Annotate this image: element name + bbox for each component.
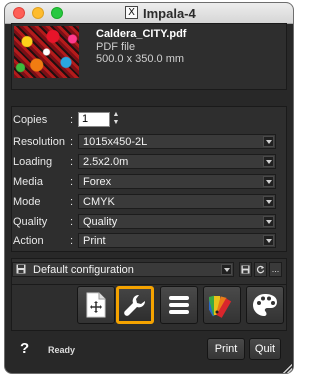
reload-config-button[interactable]: [254, 262, 267, 277]
media-select[interactable]: Forex: [78, 174, 276, 189]
chevron-down-icon[interactable]: [263, 235, 274, 246]
file-dimensions: 500.0 x 350.0 mm: [96, 53, 185, 65]
add-page-icon: [86, 292, 106, 318]
loading-label: Loading: [13, 156, 53, 168]
loading-colon: :: [70, 156, 74, 168]
status-text: Ready: [48, 345, 76, 355]
file-thumbnail: [14, 26, 79, 78]
quit-button[interactable]: Quit: [249, 338, 281, 360]
close-button[interactable]: [13, 7, 25, 19]
mode-label: Mode: [13, 196, 41, 208]
chevron-down-icon[interactable]: [221, 264, 232, 275]
x11-icon: X: [125, 6, 138, 19]
quality-colon: :: [70, 216, 74, 228]
resolution-colon: :: [70, 136, 74, 148]
chevron-down-icon[interactable]: [263, 196, 274, 207]
print-button[interactable]: Print: [207, 338, 245, 360]
quality-value: Quality: [83, 216, 118, 228]
file-type: PDF file: [96, 41, 136, 53]
color-swatch-tool-button[interactable]: [203, 286, 241, 324]
title-bar[interactable]: X Impala-4: [5, 3, 293, 24]
add-page-button[interactable]: [77, 286, 115, 324]
stepper-up-icon[interactable]: ▲: [112, 111, 120, 119]
chevron-down-icon[interactable]: [263, 156, 274, 167]
resize-grip-icon[interactable]: [282, 363, 292, 373]
list-icon: [169, 296, 189, 314]
settings-tool-button[interactable]: [116, 286, 154, 324]
chevron-down-icon[interactable]: [263, 176, 274, 187]
action-select[interactable]: Print: [78, 233, 276, 248]
more-config-button[interactable]: ...: [269, 262, 282, 277]
resolution-label: Resolution: [13, 136, 65, 148]
chevron-down-icon[interactable]: [263, 136, 274, 147]
copies-stepper[interactable]: ▲ ▼: [112, 111, 120, 128]
save-config-button[interactable]: [239, 262, 252, 277]
media-label: Media: [13, 176, 43, 188]
window-title: Impala-4: [143, 6, 196, 21]
quality-select[interactable]: Quality: [78, 214, 276, 229]
minimize-button[interactable]: [32, 7, 44, 19]
configuration-value: Default configuration: [33, 264, 134, 276]
help-button[interactable]: ?: [20, 340, 29, 357]
resolution-select[interactable]: 1015x450-2L: [78, 134, 276, 149]
action-label: Action: [13, 235, 44, 247]
loading-select[interactable]: 2.5x2.0m: [78, 154, 276, 169]
palette-icon: [253, 294, 277, 316]
mode-value: CMYK: [83, 196, 115, 208]
configuration-select[interactable]: Default configuration: [12, 262, 234, 277]
save-icon: [241, 265, 250, 274]
mode-select[interactable]: CMYK: [78, 194, 276, 209]
palette-tool-button[interactable]: [246, 286, 284, 324]
zoom-button[interactable]: [51, 7, 63, 19]
file-name: Caldera_CITY.pdf: [96, 28, 187, 40]
copies-colon: :: [70, 114, 74, 126]
action-value: Print: [83, 235, 106, 247]
color-swatch-icon: [209, 295, 232, 318]
media-colon: :: [70, 176, 74, 188]
refresh-icon: [256, 265, 265, 274]
copies-input[interactable]: 1: [78, 112, 110, 127]
list-tool-button[interactable]: [160, 286, 198, 324]
quality-label: Quality: [13, 216, 48, 228]
chevron-down-icon[interactable]: [263, 216, 274, 227]
resolution-value: 1015x450-2L: [83, 136, 148, 148]
loading-value: 2.5x2.0m: [83, 156, 129, 168]
wrench-icon: [124, 294, 146, 316]
action-colon: :: [70, 235, 74, 247]
copies-label: Copies: [13, 114, 48, 126]
mode-colon: :: [70, 196, 74, 208]
media-value: Forex: [83, 176, 112, 188]
stepper-down-icon[interactable]: ▼: [112, 119, 120, 127]
save-icon: [16, 264, 26, 274]
